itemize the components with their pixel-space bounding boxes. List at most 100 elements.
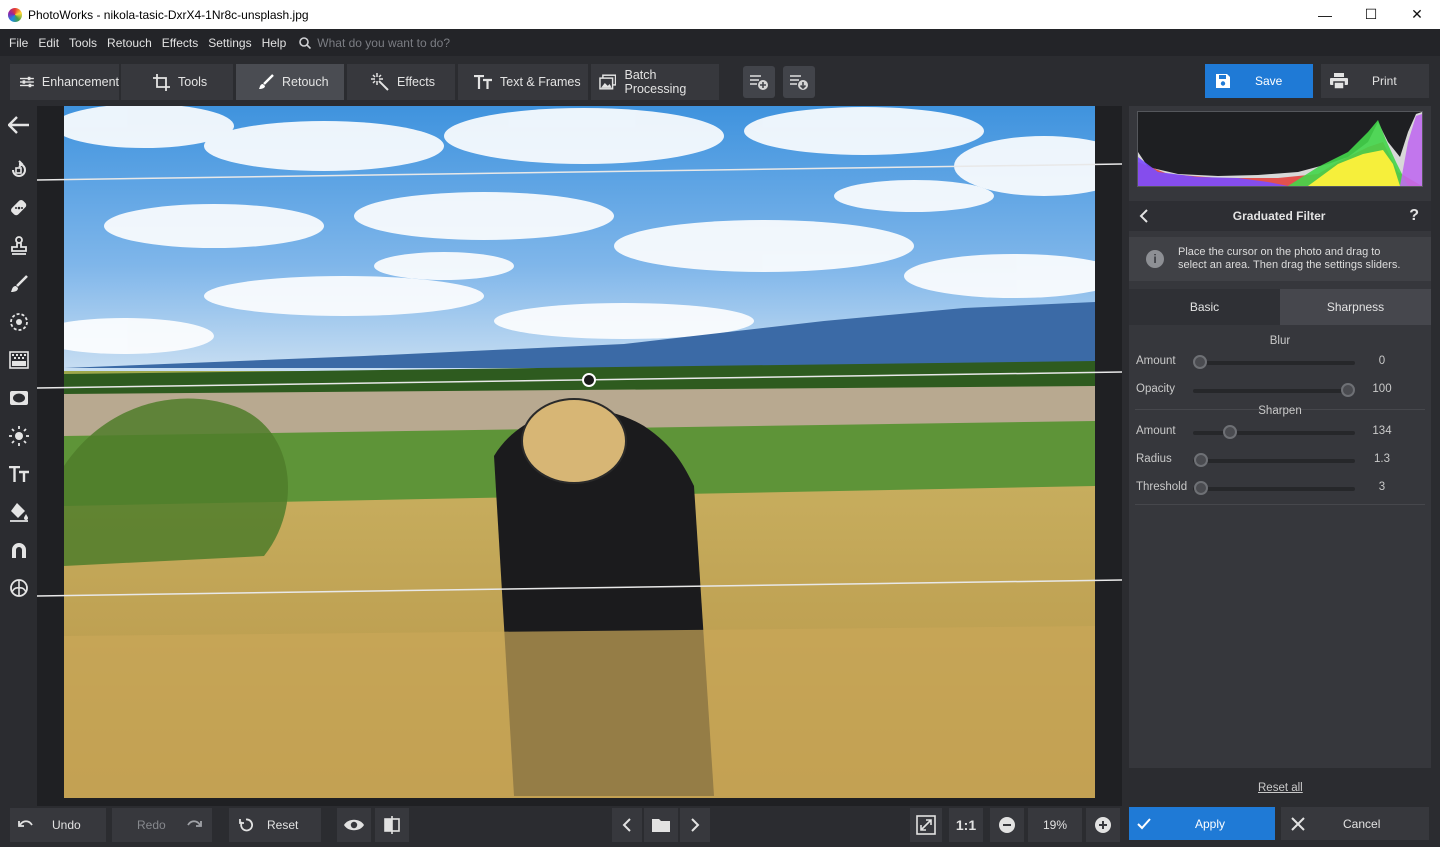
adjustment-brush-icon[interactable] — [7, 272, 31, 296]
printer-icon — [1330, 73, 1348, 89]
undo-button[interactable]: Undo — [10, 808, 106, 842]
open-folder-button[interactable] — [644, 808, 678, 842]
healing-patch-icon[interactable] — [7, 196, 31, 220]
histogram — [1137, 111, 1423, 187]
window-title: PhotoWorks - nikola-tasic-DxrX4-1Nr8c-un… — [28, 7, 309, 22]
tab-enhancement-label: Enhancement — [41, 75, 119, 89]
minimize-button[interactable]: — — [1302, 0, 1348, 29]
slider-track[interactable] — [1193, 389, 1355, 393]
cancel-button[interactable]: Cancel — [1281, 807, 1429, 840]
tab-enhancement[interactable]: Enhancement — [10, 64, 119, 100]
vignette-icon[interactable] — [7, 386, 31, 410]
close-button[interactable]: ✕ — [1394, 0, 1440, 29]
maximize-button[interactable]: ☐ — [1348, 0, 1394, 29]
photo-canvas[interactable] — [37, 106, 1122, 806]
slider-value: 100 — [1372, 383, 1392, 395]
tab-batch-processing[interactable]: Batch Processing — [591, 64, 719, 100]
graduated-filter-icon[interactable] — [7, 348, 31, 372]
light-sun-icon[interactable] — [7, 424, 31, 448]
apply-button[interactable]: Apply — [1129, 807, 1275, 840]
tab-basic[interactable]: Basic — [1129, 289, 1280, 325]
search-icon — [299, 36, 312, 49]
slider-value: 3 — [1378, 481, 1386, 493]
tab-text-frames[interactable]: Text & Frames — [458, 64, 588, 100]
command-search[interactable]: What do you want to do? — [299, 36, 450, 50]
slider-knob[interactable] — [1194, 453, 1209, 467]
preview-eye-button[interactable] — [337, 808, 371, 842]
brush-icon — [259, 74, 274, 89]
previous-photo-button[interactable] — [612, 808, 642, 842]
save-button[interactable]: Save — [1205, 64, 1313, 98]
zoom-out-icon — [999, 817, 1015, 833]
text-icon — [474, 75, 492, 89]
color-fill-bucket-icon[interactable] — [7, 500, 31, 524]
zoom-out-button[interactable] — [990, 808, 1024, 842]
slider-knob[interactable] — [1194, 481, 1209, 495]
next-photo-button[interactable] — [680, 808, 710, 842]
batch-download-button[interactable] — [783, 66, 815, 98]
slider-track[interactable] — [1193, 361, 1355, 365]
slider-knob[interactable] — [1222, 425, 1237, 439]
chevron-left-icon[interactable] — [1139, 209, 1149, 223]
slider-label: Amount — [1136, 425, 1176, 437]
menu-tools[interactable]: Tools — [64, 36, 102, 50]
slider-track[interactable] — [1193, 431, 1355, 435]
slider-knob[interactable] — [1193, 355, 1207, 369]
fit-to-screen-button[interactable] — [910, 808, 942, 842]
slider-blur-opacity[interactable]: Opacity 100 — [1129, 380, 1431, 400]
help-button[interactable]: ? — [1409, 207, 1419, 225]
menu-settings[interactable]: Settings — [203, 36, 256, 50]
reset-label: Reset — [267, 818, 299, 832]
floppy-disk-icon — [1216, 74, 1230, 88]
liquify-icon[interactable] — [7, 576, 31, 600]
graduated-filter-guides[interactable] — [37, 106, 1122, 806]
zoom-level[interactable]: 19% — [1028, 808, 1082, 842]
radial-filter-icon[interactable] — [7, 310, 31, 334]
red-eye-icon[interactable] — [7, 538, 31, 562]
redo-button[interactable]: Redo — [112, 808, 212, 842]
slider-sharpen-radius[interactable]: Radius 1.3 — [1129, 450, 1431, 470]
reset-button[interactable]: Reset — [229, 808, 321, 842]
slider-value: 1.3 — [1374, 453, 1390, 465]
redo-label: Redo — [137, 818, 166, 832]
menu-edit[interactable]: Edit — [33, 36, 64, 50]
filter-center-handle[interactable] — [582, 373, 596, 387]
undo-label: Undo — [52, 818, 81, 832]
info-text-line2: select an area. Then drag the settings s… — [1178, 259, 1401, 271]
info-box: i Place the cursor on the photo and drag… — [1129, 237, 1431, 281]
add-to-batch-button[interactable] — [743, 66, 775, 98]
clone-stamp-icon[interactable] — [7, 234, 31, 258]
magic-wand-icon — [371, 73, 389, 91]
slider-sharpen-amount[interactable]: Amount 134 — [1129, 422, 1431, 442]
slider-track[interactable] — [1193, 459, 1355, 463]
rotate-object-icon[interactable] — [7, 158, 31, 182]
close-icon — [1291, 816, 1305, 831]
check-icon — [1137, 817, 1151, 829]
slider-knob[interactable] — [1341, 383, 1355, 397]
reset-icon — [239, 818, 253, 832]
slider-label: Amount — [1136, 355, 1176, 367]
images-icon — [599, 74, 617, 90]
menu-help[interactable]: Help — [257, 36, 292, 50]
actual-size-button[interactable]: 1:1 — [949, 808, 983, 842]
slider-label: Radius — [1136, 453, 1172, 465]
slider-blur-amount[interactable]: Amount 0 — [1129, 352, 1431, 372]
reset-all-link[interactable]: Reset all — [1258, 782, 1303, 794]
panel-title: Graduated Filter — [1232, 209, 1326, 223]
tab-batch-processing-label: Batch Processing — [624, 68, 687, 96]
tab-effects[interactable]: Effects — [347, 64, 455, 100]
tab-tools[interactable]: Tools — [121, 64, 233, 100]
tab-sharpness[interactable]: Sharpness — [1280, 289, 1431, 325]
menu-effects[interactable]: Effects — [157, 36, 203, 50]
menu-file[interactable]: File — [4, 36, 33, 50]
zoom-in-button[interactable] — [1086, 808, 1120, 842]
tab-retouch[interactable]: Retouch — [236, 64, 344, 100]
panel-tabs: Basic Sharpness — [1129, 289, 1431, 325]
menu-retouch[interactable]: Retouch — [102, 36, 157, 50]
text-tool-icon[interactable] — [7, 462, 31, 486]
print-button[interactable]: Print — [1321, 64, 1429, 98]
compare-button[interactable] — [375, 808, 409, 842]
slider-track[interactable] — [1193, 487, 1355, 491]
slider-sharpen-threshold[interactable]: Threshold 3 — [1129, 478, 1431, 498]
back-arrow-icon[interactable] — [7, 113, 31, 137]
